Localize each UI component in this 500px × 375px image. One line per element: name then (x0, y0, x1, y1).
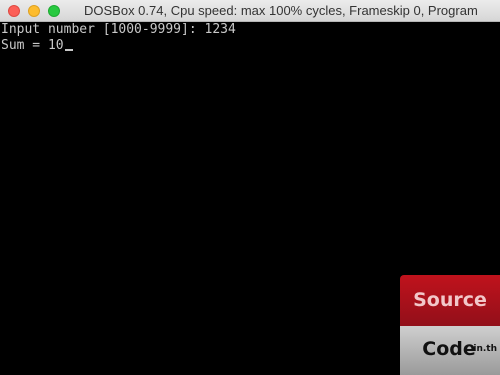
watermark-source-label: Source (400, 275, 500, 326)
watermark-code-text: Code (422, 338, 476, 360)
sourcecode-watermark: Source Code .in.th (400, 275, 500, 375)
console-line: Input number [1000-9999]: 1234 (1, 22, 236, 37)
console-line-text: Input number [1000-9999]: 1234 (1, 22, 236, 37)
console-line: Sum = 10 (1, 38, 73, 53)
title-bar[interactable]: DOSBox 0.74, Cpu speed: max 100% cycles,… (0, 0, 500, 22)
watermark-domain: .in.th (469, 344, 497, 354)
console-line-text: Sum = 10 (1, 38, 64, 53)
window-title: DOSBox 0.74, Cpu speed: max 100% cycles,… (84, 3, 478, 18)
dosbox-window: DOSBox 0.74, Cpu speed: max 100% cycles,… (0, 0, 500, 375)
watermark-code-label: Code .in.th (400, 326, 500, 375)
minimize-window-button[interactable] (28, 5, 40, 17)
close-window-button[interactable] (8, 5, 20, 17)
zoom-window-button[interactable] (48, 5, 60, 17)
text-cursor (64, 49, 73, 51)
